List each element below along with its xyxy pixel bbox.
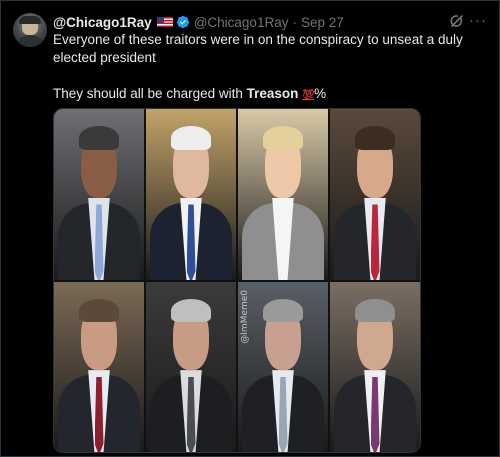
portrait-photo[interactable] [54, 109, 144, 280]
more-options-icon[interactable]: ··· [469, 13, 487, 28]
avatar[interactable] [13, 13, 47, 47]
portrait-photo[interactable] [146, 281, 236, 452]
us-flag-icon [156, 17, 173, 27]
display-name[interactable]: @Chicago1Ray [53, 15, 152, 30]
tweet-text-line-1: Everyone of these traitors were in on th… [53, 32, 463, 65]
portrait-photo[interactable] [238, 109, 328, 280]
tweet-text-line-2: They should all be charged with Treason … [53, 85, 478, 105]
portrait-hair [263, 126, 303, 150]
portrait-hair [355, 298, 395, 323]
portrait-photo[interactable]: @ImMeme0 [238, 281, 328, 452]
avatar-hat [19, 16, 41, 24]
portrait-hair [355, 126, 395, 150]
portrait-hair [263, 298, 303, 323]
portrait-hair [79, 298, 119, 323]
portrait-photo[interactable] [330, 281, 420, 452]
portrait-photo[interactable] [54, 281, 144, 452]
portrait-hair [79, 126, 119, 150]
tweet-text-prefix: They should all be charged with [53, 86, 247, 101]
separator-dot: · [292, 14, 297, 30]
portrait-photo[interactable] [146, 109, 236, 280]
avatar-shoulders [15, 35, 45, 47]
hundred-points-emoji: 💯 [302, 90, 315, 101]
grok-icon[interactable] [449, 13, 465, 29]
treason-word: Treason [246, 86, 299, 101]
percent-sign: % [314, 86, 327, 101]
tweet-header: @Chicago1Ray @Chicago1Ray · Sep 27 [53, 12, 344, 32]
tweet-card[interactable]: @Chicago1Ray @Chicago1Ray · Sep 27 ··· E… [0, 0, 500, 457]
portrait-hair [171, 298, 211, 323]
watermark-text: @ImMeme0 [240, 289, 250, 344]
tweet-media-grid[interactable]: @ImMeme0 [53, 108, 421, 453]
handle[interactable]: @Chicago1Ray [194, 15, 289, 30]
portrait-hair [171, 126, 211, 150]
portrait-photo[interactable] [330, 109, 420, 280]
timestamp[interactable]: Sep 27 [301, 15, 344, 30]
verified-badge-icon[interactable] [176, 15, 190, 29]
tweet-text: Everyone of these traitors were in on th… [53, 31, 478, 105]
